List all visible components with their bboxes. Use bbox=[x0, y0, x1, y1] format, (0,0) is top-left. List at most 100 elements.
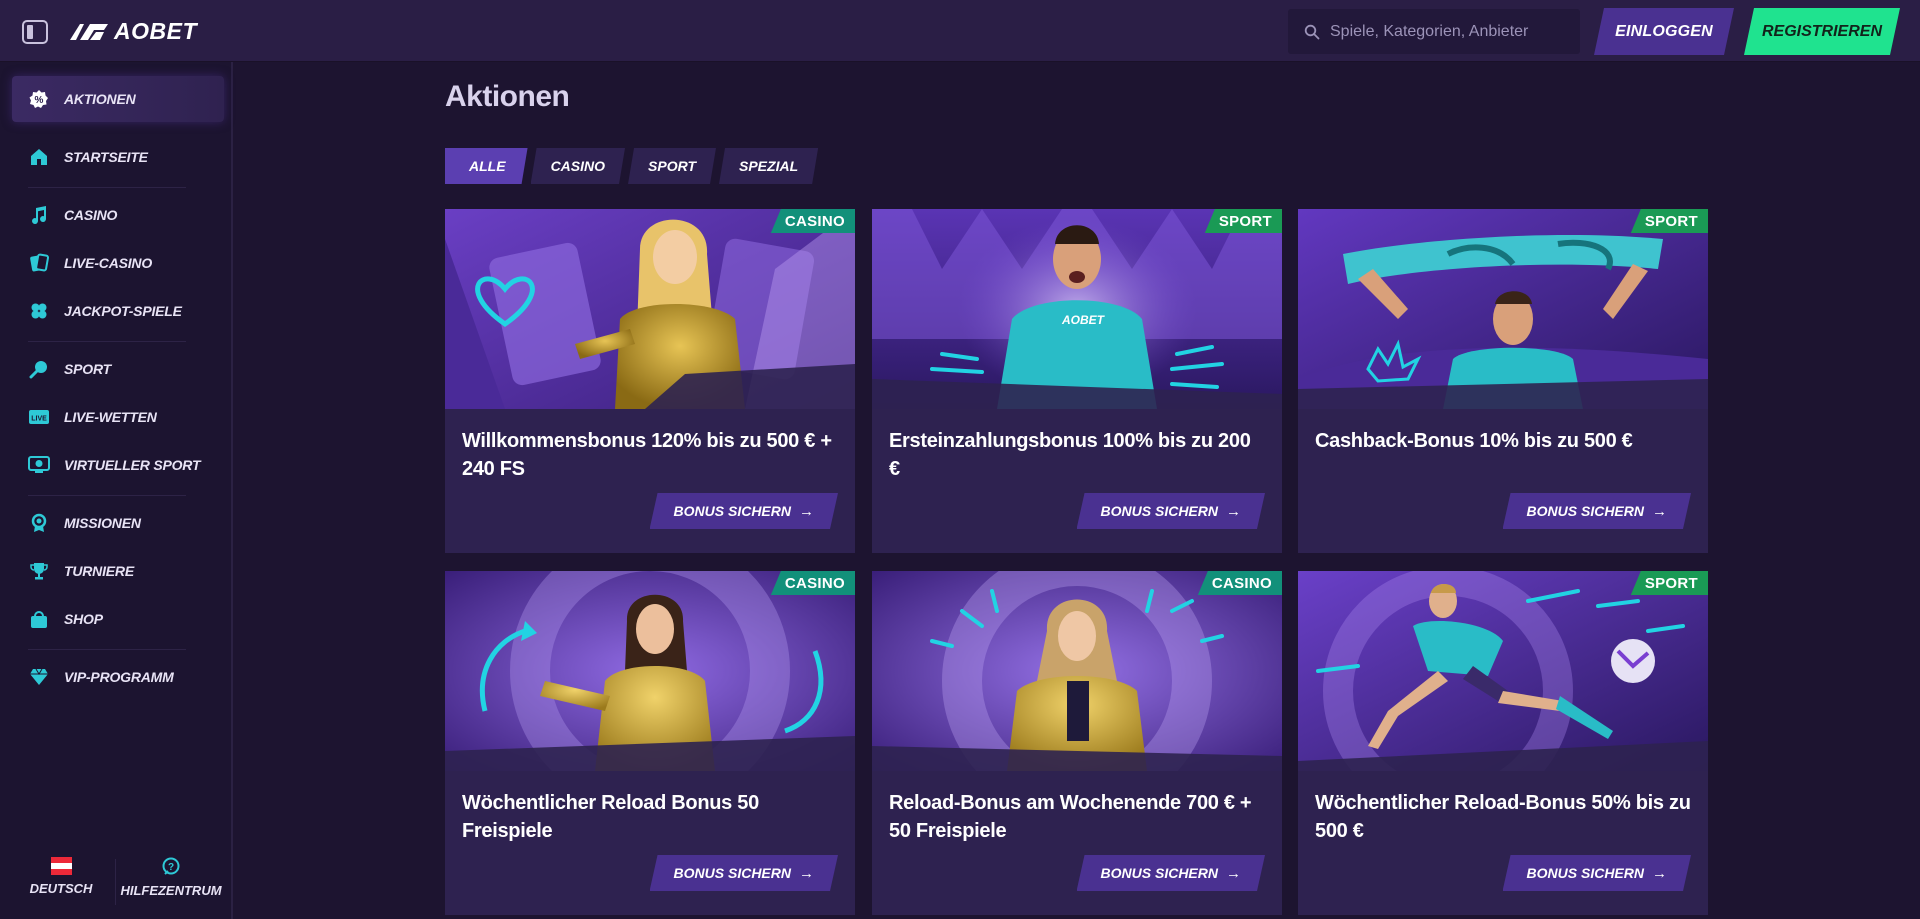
card-title: Willkommensbonus 120% bis zu 500 € + 240… bbox=[462, 430, 832, 480]
claim-bonus-label: BONUS SICHERN bbox=[1526, 865, 1644, 881]
help-label: HILFEZENTRUM bbox=[120, 883, 222, 898]
card-title: Cashback-Bonus 10% bis zu 500 € bbox=[1315, 430, 1633, 452]
register-button[interactable]: REGISTRIEREN bbox=[1744, 8, 1900, 55]
sidebar-item-vip-programm[interactable]: VIP-PROGRAMM bbox=[12, 654, 224, 700]
sidebar-item-turniere[interactable]: TURNIERE bbox=[12, 548, 224, 594]
tab-casino[interactable]: CASINO bbox=[531, 148, 625, 184]
promo-card: SPORT Cashback-Bonus 10% bis zu 500 € BO… bbox=[1298, 209, 1708, 553]
tab-spezial[interactable]: SPEZIAL bbox=[719, 148, 818, 184]
clover-icon bbox=[28, 300, 50, 322]
claim-bonus-label: BONUS SICHERN bbox=[1526, 503, 1644, 519]
sidebar-item-casino[interactable]: CASINO bbox=[12, 192, 224, 238]
logo-mark-icon bbox=[70, 24, 108, 40]
svg-text:%: % bbox=[35, 95, 44, 106]
category-tabs: ALLE CASINO SPORT SPEZIAL bbox=[445, 148, 821, 184]
top-bar: AOBET EINLOGGEN REGISTRIEREN bbox=[0, 0, 1920, 62]
card-title: Wöchentlicher Reload-Bonus 50% bis zu 50… bbox=[1315, 792, 1691, 842]
sidebar-item-jackpot-spiele[interactable]: JACKPOT-SPIELE bbox=[12, 288, 224, 334]
card-category-tag: CASINO bbox=[770, 571, 855, 595]
claim-bonus-button[interactable]: BONUS SICHERN → bbox=[650, 493, 838, 529]
sidebar-item-sport[interactable]: SPORT bbox=[12, 346, 224, 392]
sidebar-item-live-casino[interactable]: LIVE-CASINO bbox=[12, 240, 224, 286]
austria-flag-icon bbox=[50, 857, 72, 875]
arrow-right-icon: → bbox=[1652, 502, 1667, 520]
home-icon bbox=[28, 146, 50, 168]
sidebar-item-missionen[interactable]: MISSIONEN bbox=[12, 500, 224, 546]
promo-card: SPORT Wöchentlicher Reload-Bonus 50% bis… bbox=[1298, 571, 1708, 915]
svg-text:?: ? bbox=[168, 862, 174, 873]
svg-text:LIVE: LIVE bbox=[31, 416, 47, 423]
claim-bonus-button[interactable]: BONUS SICHERN → bbox=[1077, 855, 1265, 891]
language-selector[interactable]: DEUTSCH bbox=[22, 857, 100, 905]
promo-image-weekly-reload: CASINO bbox=[445, 571, 855, 771]
promo-image-welcome: CASINO bbox=[445, 209, 855, 409]
logo[interactable]: AOBET bbox=[68, 18, 197, 44]
sidebar-item-aktionen[interactable]: % AKTIONEN bbox=[12, 76, 224, 122]
claim-bonus-button[interactable]: BONUS SICHERN → bbox=[650, 855, 838, 891]
search-input[interactable] bbox=[1330, 22, 1560, 41]
card-category-tag: SPORT bbox=[1630, 209, 1708, 233]
sidebar-item-shop[interactable]: SHOP bbox=[12, 596, 224, 642]
sidebar-item-label: LIVE-WETTEN bbox=[64, 409, 157, 425]
help-question-icon: ? bbox=[162, 857, 180, 875]
search-icon bbox=[1304, 24, 1320, 39]
percent-badge-icon: % bbox=[28, 88, 50, 110]
login-button[interactable]: EINLOGGEN bbox=[1594, 8, 1734, 55]
claim-bonus-label: BONUS SICHERN bbox=[673, 865, 791, 881]
sport-ball-icon bbox=[28, 358, 50, 380]
tab-sport[interactable]: SPORT bbox=[628, 148, 716, 184]
sidebar-bottom-divider bbox=[115, 859, 116, 905]
sidebar-divider bbox=[28, 495, 186, 496]
arrow-right-icon: → bbox=[1226, 864, 1241, 882]
sidebar-divider bbox=[28, 649, 186, 650]
music-note-icon bbox=[28, 204, 50, 226]
card-category-tag: SPORT bbox=[1630, 571, 1708, 595]
svg-text:AOBET: AOBET bbox=[1061, 313, 1106, 327]
arrow-right-icon: → bbox=[799, 502, 814, 520]
sidebar-divider bbox=[28, 187, 186, 188]
claim-bonus-button[interactable]: BONUS SICHERN → bbox=[1503, 493, 1691, 529]
promo-card: CASINO Willkommensbonus 120% bis zu 500 … bbox=[445, 209, 855, 553]
promo-image-first-deposit: AOBET SPORT bbox=[872, 209, 1282, 409]
claim-bonus-label: BONUS SICHERN bbox=[673, 503, 791, 519]
promo-card: CASINO Reload-Bonus am Wochenende 700 € … bbox=[872, 571, 1282, 915]
claim-bonus-button[interactable]: BONUS SICHERN → bbox=[1503, 855, 1691, 891]
sidebar-item-live-wetten[interactable]: LIVE LIVE-WETTEN bbox=[12, 394, 224, 440]
logo-text: AOBET bbox=[114, 17, 197, 44]
arrow-right-icon: → bbox=[1226, 502, 1241, 520]
card-category-tag: CASINO bbox=[1197, 571, 1282, 595]
sidebar: % AKTIONEN STARTSEITE CASINO LIVE-CASINO… bbox=[0, 62, 233, 919]
sidebar-item-label: SPORT bbox=[64, 361, 111, 377]
sidebar-item-label: LIVE-CASINO bbox=[64, 255, 153, 271]
sidebar-item-virtueller-sport[interactable]: VIRTUELLER SPORT bbox=[12, 442, 224, 488]
sidebar-item-label: CASINO bbox=[64, 207, 118, 223]
search-box[interactable] bbox=[1288, 9, 1580, 54]
virtual-sport-icon bbox=[28, 454, 50, 476]
promo-card: AOBET SPORT Ersteinzahlungsbonus 100% bi… bbox=[872, 209, 1282, 553]
claim-bonus-label: BONUS SICHERN bbox=[1100, 503, 1218, 519]
sidebar-item-label: VIRTUELLER SPORT bbox=[64, 457, 201, 473]
claim-bonus-button[interactable]: BONUS SICHERN → bbox=[1077, 493, 1265, 529]
sidebar-item-label: TURNIERE bbox=[64, 563, 134, 579]
promo-card: CASINO Wöchentlicher Reload Bonus 50 Fre… bbox=[445, 571, 855, 915]
sidebar-item-label: JACKPOT-SPIELE bbox=[64, 303, 182, 319]
language-label: DEUTSCH bbox=[29, 881, 93, 896]
live-icon: LIVE bbox=[28, 406, 50, 428]
arrow-right-icon: → bbox=[1652, 864, 1667, 882]
sidebar-divider bbox=[28, 341, 186, 342]
tab-alle[interactable]: ALLE bbox=[445, 148, 528, 184]
arrow-right-icon: → bbox=[799, 864, 814, 882]
promo-image-weekly-reload-sport: SPORT bbox=[1298, 571, 1708, 771]
sidebar-item-label: AKTIONEN bbox=[64, 91, 136, 107]
promo-image-weekend-reload: CASINO bbox=[872, 571, 1282, 771]
page-title: Aktionen bbox=[445, 80, 570, 113]
sidebar-item-startseite[interactable]: STARTSEITE bbox=[12, 134, 224, 180]
promo-image-cashback: SPORT bbox=[1298, 209, 1708, 409]
card-title: Reload-Bonus am Wochenende 700 € + 50 Fr… bbox=[889, 792, 1252, 842]
sidebar-item-label: MISSIONEN bbox=[64, 515, 141, 531]
help-center-link[interactable]: ? HILFEZENTRUM bbox=[118, 857, 224, 905]
card-category-tag: SPORT bbox=[1204, 209, 1282, 233]
medal-icon bbox=[28, 512, 50, 534]
card-title: Wöchentlicher Reload Bonus 50 Freispiele bbox=[462, 792, 759, 842]
sidebar-toggle-icon[interactable] bbox=[22, 20, 48, 44]
